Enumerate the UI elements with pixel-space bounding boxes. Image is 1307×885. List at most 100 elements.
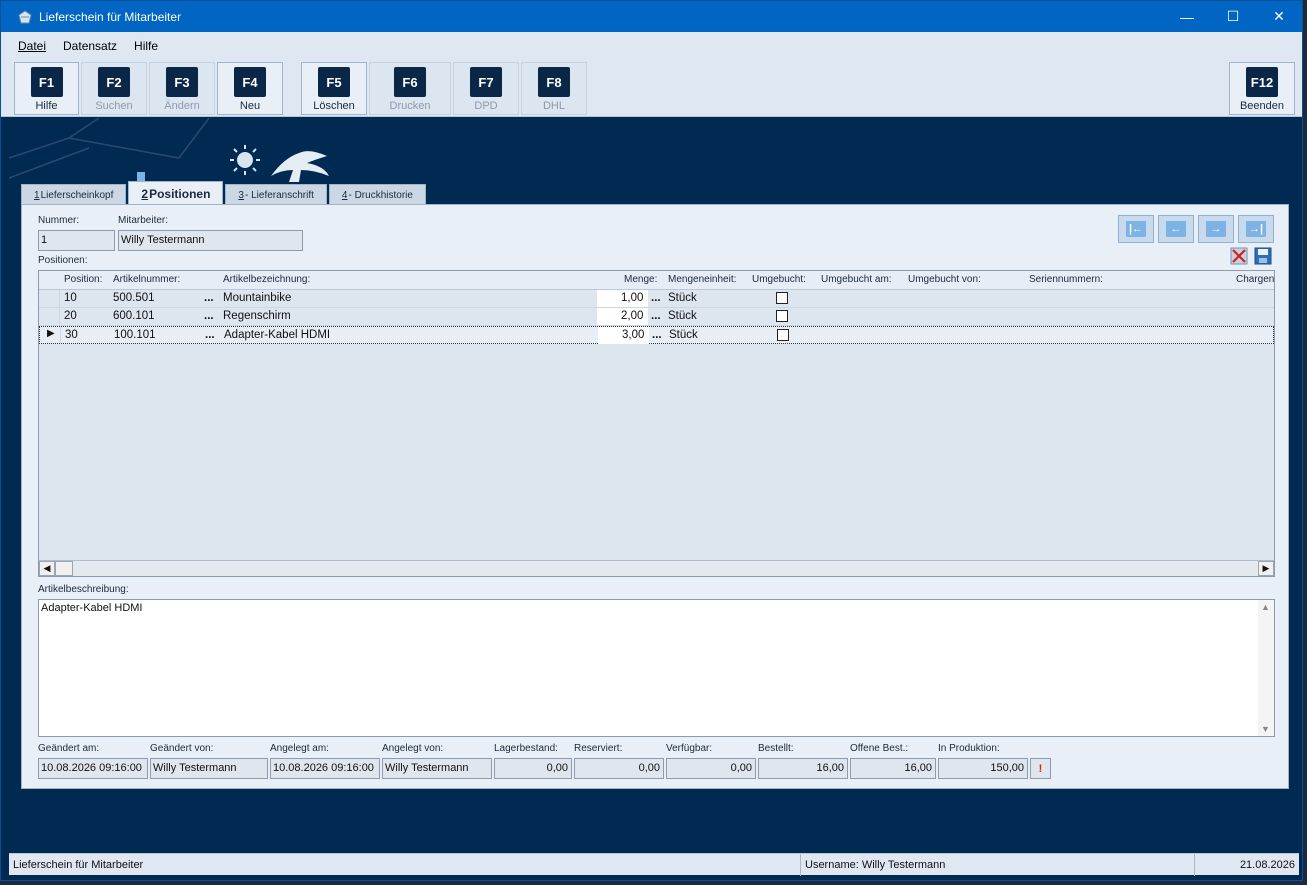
minimize-icon[interactable]: — bbox=[1164, 1, 1210, 32]
maximize-icon[interactable]: ☐ bbox=[1210, 1, 1256, 32]
table-row-selected[interactable]: ▶ 30 100.101 ... Adapter-Kabel HDMI 3,00… bbox=[39, 326, 1274, 344]
previous-record-button[interactable]: ← bbox=[1158, 215, 1194, 243]
vertical-scrollbar[interactable]: ▲ ▼ bbox=[1258, 600, 1274, 736]
cell-menge[interactable]: 2,00 bbox=[621, 310, 643, 322]
lagerbestand-field[interactable]: 0,00 bbox=[494, 758, 572, 779]
nummer-label: Nummer: bbox=[38, 215, 80, 226]
tab-lieferscheinkopf[interactable]: 1 Lieferscheinkopf bbox=[21, 184, 127, 205]
menu-datensatz[interactable]: Datensatz bbox=[63, 39, 117, 53]
scroll-thumb[interactable] bbox=[55, 561, 73, 576]
f4-key: F4 bbox=[234, 67, 266, 97]
arrow-left-icon: ← bbox=[1166, 221, 1186, 237]
geaendert-von-field[interactable]: Willy Testermann bbox=[150, 758, 268, 779]
offene-best-field[interactable]: 16,00 bbox=[850, 758, 936, 779]
menge-lookup-button[interactable]: ... bbox=[651, 292, 661, 304]
bestellt-field[interactable]: 16,00 bbox=[758, 758, 848, 779]
tab-2-label: Positionen bbox=[149, 186, 211, 201]
cell-mengeneinheit: Stück bbox=[668, 292, 697, 304]
tab-3-label: - Lieferanschrift bbox=[244, 189, 314, 201]
nummer-field[interactable]: 1 bbox=[38, 230, 115, 251]
row-indicator: ▶ bbox=[40, 327, 61, 343]
col-position[interactable]: Position: bbox=[64, 274, 102, 285]
tab-3-number: 3 bbox=[238, 189, 244, 201]
cell-artikelnummer[interactable]: 500.501 bbox=[113, 292, 155, 304]
tab-strip: 1 Lieferscheinkopf 2 Positionen 3 - Lief… bbox=[21, 181, 428, 205]
cell-menge[interactable]: 3,00 bbox=[622, 329, 644, 341]
table-row[interactable]: 10 500.501 ... Mountainbike 1,00 ... Stü… bbox=[39, 290, 1274, 308]
save-icon[interactable] bbox=[1254, 247, 1272, 265]
mitarbeiter-field[interactable]: Willy Testermann bbox=[118, 230, 303, 251]
f12-beenden-button[interactable]: F12 Beenden bbox=[1229, 62, 1295, 115]
umgebucht-checkbox[interactable] bbox=[776, 310, 788, 322]
f1-hilfe-button[interactable]: F1 Hilfe bbox=[14, 62, 79, 115]
table-row[interactable]: 20 600.101 ... Regenschirm 2,00 ... Stüc… bbox=[39, 308, 1274, 326]
col-artikelbezeichnung[interactable]: Artikelbezeichnung: bbox=[223, 274, 310, 285]
col-menge[interactable]: Menge: bbox=[624, 274, 657, 285]
f5-key: F5 bbox=[318, 67, 350, 97]
scroll-left-icon[interactable]: ◀ bbox=[39, 561, 55, 576]
cell-artikelnummer[interactable]: 100.101 bbox=[114, 329, 156, 341]
cell-menge[interactable]: 1,00 bbox=[621, 292, 643, 304]
f6-drucken-button[interactable]: F6 Drucken bbox=[369, 62, 451, 115]
geaendert-am-field[interactable]: 10.08.2026 09:16:00 bbox=[38, 758, 148, 779]
artikel-lookup-button[interactable]: ... bbox=[204, 310, 214, 322]
f5-loeschen-button[interactable]: F5 Löschen bbox=[301, 62, 367, 115]
f7-key: F7 bbox=[470, 67, 502, 97]
artikelbeschreibung-textarea[interactable]: Adapter-Kabel HDMI ▲ ▼ bbox=[38, 599, 1275, 737]
produktion-info-button[interactable]: ! bbox=[1030, 758, 1051, 779]
artikelbeschreibung-text: Adapter-Kabel HDMI bbox=[41, 602, 143, 614]
in-produktion-field[interactable]: 150,00 bbox=[938, 758, 1028, 779]
row-indicator bbox=[39, 290, 60, 307]
tab-positionen[interactable]: 2 Positionen bbox=[128, 181, 224, 205]
cell-position: 10 bbox=[64, 292, 77, 304]
menge-lookup-button[interactable]: ... bbox=[651, 310, 661, 322]
col-umgebucht-von[interactable]: Umgebucht von: bbox=[908, 274, 981, 285]
cell-artikelbezeichnung: Regenschirm bbox=[223, 310, 291, 322]
col-mengeneinheit[interactable]: Mengeneinheit: bbox=[668, 274, 736, 285]
last-record-button[interactable]: →| bbox=[1238, 215, 1274, 243]
tab-4-label: - Druckhistorie bbox=[348, 189, 413, 201]
f7-dpd-button[interactable]: F7 DPD bbox=[453, 62, 519, 115]
f4-neu-button[interactable]: F4 Neu bbox=[217, 62, 283, 115]
menu-hilfe[interactable]: Hilfe bbox=[134, 39, 158, 53]
positionen-grid: Position: Artikelnummer: Artikelbezeichn… bbox=[38, 270, 1275, 577]
delete-row-icon[interactable] bbox=[1230, 247, 1248, 265]
reserviert-field[interactable]: 0,00 bbox=[574, 758, 664, 779]
menu-datei[interactable]: Datei bbox=[18, 39, 46, 53]
f8-key: F8 bbox=[538, 67, 570, 97]
tab-1-number: 1 bbox=[34, 189, 40, 201]
angelegt-von-field[interactable]: Willy Testermann bbox=[382, 758, 492, 779]
artikel-lookup-button[interactable]: ... bbox=[204, 292, 214, 304]
col-seriennummern[interactable]: Seriennummern: bbox=[1029, 274, 1103, 285]
f2-key: F2 bbox=[98, 67, 130, 97]
scroll-right-icon[interactable]: ▶ bbox=[1258, 561, 1274, 576]
angelegt-am-field[interactable]: 10.08.2026 09:16:00 bbox=[270, 758, 380, 779]
f8-label: DHL bbox=[542, 100, 565, 112]
f2-suchen-button[interactable]: F2 Suchen bbox=[81, 62, 147, 115]
scroll-down-icon[interactable]: ▼ bbox=[1261, 724, 1270, 734]
first-record-button[interactable]: |← bbox=[1118, 215, 1154, 243]
grid-header: Position: Artikelnummer: Artikelbezeichn… bbox=[39, 271, 1274, 290]
f3-key: F3 bbox=[166, 67, 198, 97]
sun-icon bbox=[230, 145, 260, 175]
horizontal-scrollbar[interactable]: ◀ ▶ bbox=[39, 560, 1274, 576]
umgebucht-checkbox[interactable] bbox=[776, 292, 788, 304]
tab-lieferanschrift[interactable]: 3 - Lieferanschrift bbox=[225, 184, 327, 205]
col-umgebucht-am[interactable]: Umgebucht am: bbox=[821, 274, 892, 285]
next-record-button[interactable]: → bbox=[1198, 215, 1234, 243]
col-artikelnummer[interactable]: Artikelnummer: bbox=[113, 274, 180, 285]
col-umgebucht[interactable]: Umgebucht: bbox=[752, 274, 806, 285]
verfuegbar-field[interactable]: 0,00 bbox=[666, 758, 756, 779]
cell-artikelnummer[interactable]: 600.101 bbox=[113, 310, 155, 322]
current-row-arrow-icon: ▶ bbox=[47, 328, 55, 339]
scroll-up-icon[interactable]: ▲ bbox=[1261, 602, 1270, 612]
close-icon[interactable]: ✕ bbox=[1256, 1, 1302, 32]
menge-lookup-button[interactable]: ... bbox=[652, 329, 662, 341]
col-chargen[interactable]: Chargen bbox=[1236, 274, 1274, 285]
geaendert-am-label: Geändert am: bbox=[38, 743, 100, 754]
umgebucht-checkbox[interactable] bbox=[777, 329, 789, 341]
tab-druckhistorie[interactable]: 4 - Druckhistorie bbox=[328, 184, 426, 205]
artikel-lookup-button[interactable]: ... bbox=[205, 329, 215, 341]
f8-dhl-button[interactable]: F8 DHL bbox=[521, 62, 587, 115]
f3-aendern-button[interactable]: F3 Ändern bbox=[149, 62, 215, 115]
